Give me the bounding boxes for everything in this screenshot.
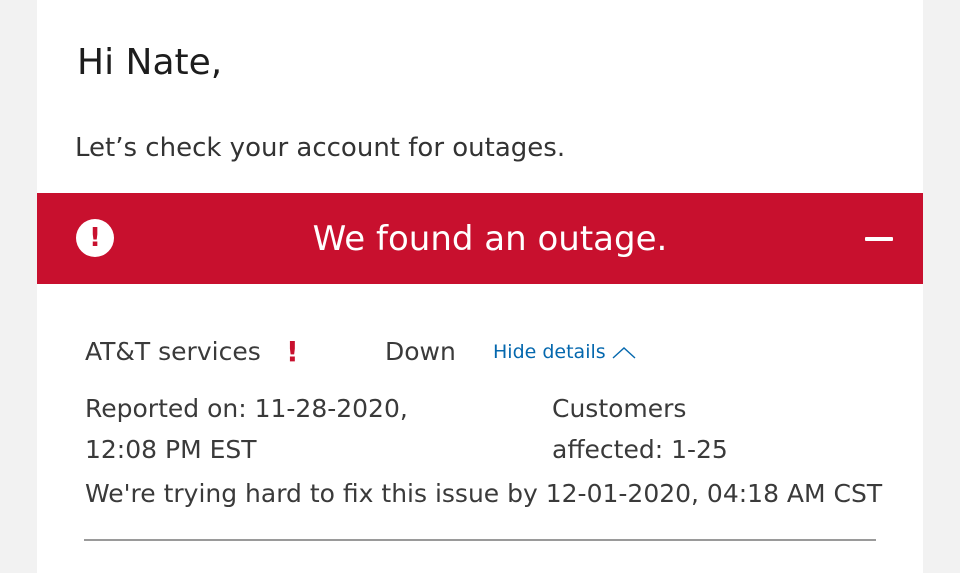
subtitle-text: Let’s check your account for outages. — [75, 133, 566, 163]
banner-title: We found an outage. — [312, 218, 668, 259]
fix-estimate-text: We're trying hard to fix this issue by 1… — [85, 479, 883, 508]
reported-on-label: Reported on: 11-28-2020, — [85, 394, 408, 423]
hide-details-link[interactable]: Hide details — [493, 341, 636, 363]
service-label: AT&T services — [85, 337, 261, 366]
greeting-heading: Hi Nate, — [77, 42, 223, 83]
reported-on-time: 12:08 PM EST — [85, 435, 257, 464]
service-row: AT&T services ! Down Hide details — [85, 335, 885, 371]
outage-card: Hi Nate, Let’s check your account for ou… — [37, 0, 923, 573]
collapse-banner-button[interactable] — [865, 237, 893, 241]
exclamation-icon: ! — [286, 335, 299, 368]
divider — [84, 539, 876, 541]
customers-affected-label: Customers — [552, 394, 687, 423]
outage-banner: ! We found an outage. — [37, 193, 923, 284]
service-status: Down — [385, 337, 456, 366]
chevron-up-icon — [612, 347, 636, 359]
customers-affected-value: affected: 1-25 — [552, 435, 728, 464]
hide-details-label: Hide details — [493, 341, 606, 363]
